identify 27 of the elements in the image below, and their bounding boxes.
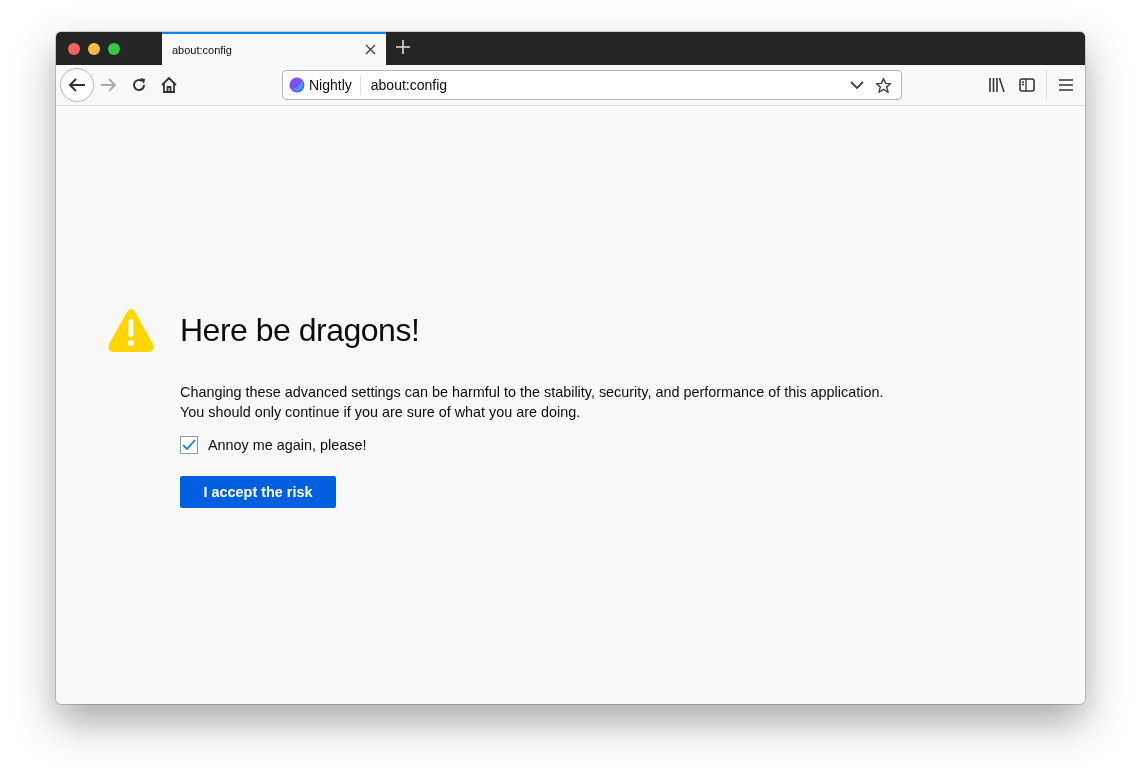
reload-icon[interactable] [131, 77, 147, 93]
browser-logo-icon [289, 77, 305, 93]
close-icon[interactable] [365, 44, 376, 55]
warning-icon [108, 308, 154, 352]
tab-title: about:config [172, 43, 232, 56]
minimize-button[interactable] [88, 42, 100, 55]
library-icon[interactable] [989, 78, 1005, 92]
url-text: about:config [369, 77, 449, 93]
checkbox-label: Annoy me again, please! [208, 437, 367, 453]
menu-icon[interactable] [1059, 79, 1073, 91]
chevron-down-icon[interactable] [850, 80, 864, 90]
warning-text: You should only continue if you are sure of what you are doing. [180, 403, 582, 422]
zoom-button[interactable] [108, 42, 120, 55]
close-button[interactable] [68, 42, 80, 55]
plus-icon[interactable] [396, 40, 410, 54]
back-arrow-icon[interactable] [68, 77, 86, 93]
accept-button[interactable]: I accept the risk [180, 476, 336, 508]
browser-tab[interactable]: about:config [162, 32, 386, 65]
warning-text: Changing these advanced settings can be harmful to the stability, security, and performance of this application. [180, 383, 884, 402]
checkbox[interactable] [180, 436, 198, 454]
page-heading: Here be dragons! [180, 310, 421, 350]
identity-label: Nightly [309, 77, 352, 93]
sidebar-icon[interactable] [1019, 78, 1035, 92]
home-icon[interactable] [161, 77, 177, 93]
address-bar[interactable]: Nightly about:config [282, 70, 902, 100]
back-button[interactable] [60, 68, 94, 102]
star-icon[interactable] [874, 76, 892, 94]
